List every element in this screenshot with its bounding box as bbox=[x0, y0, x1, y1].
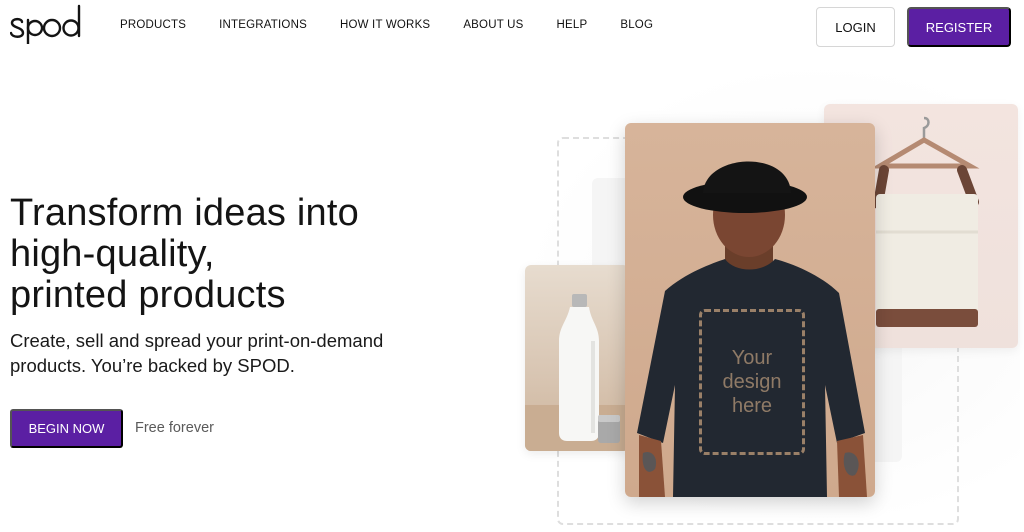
hero-title-line: Transform ideas into bbox=[10, 192, 359, 234]
hero-subtitle-line: products. You’re backed by SPOD. bbox=[10, 355, 295, 376]
nav-products[interactable]: PRODUCTS bbox=[120, 19, 186, 31]
spod-logo[interactable] bbox=[10, 4, 90, 44]
login-button[interactable]: LOGIN bbox=[816, 7, 895, 47]
hero-title-line: printed products bbox=[10, 274, 286, 316]
main-nav: PRODUCTS INTEGRATIONS HOW IT WORKS ABOUT… bbox=[120, 19, 686, 31]
nav-how-it-works[interactable]: HOW IT WORKS bbox=[340, 19, 430, 31]
hero-title-line: high-quality, bbox=[10, 233, 215, 275]
register-button[interactable]: REGISTER bbox=[907, 7, 1011, 47]
t-shirt-model-image: Your design here bbox=[625, 123, 875, 497]
design-placeholder-line: design bbox=[722, 371, 782, 393]
site-header: PRODUCTS INTEGRATIONS HOW IT WORKS ABOUT… bbox=[0, 0, 1024, 54]
nav-blog[interactable]: BLOG bbox=[620, 19, 653, 31]
hero-subtitle: Create, sell and spread your print-on-de… bbox=[10, 328, 430, 378]
water-bottle-illustration bbox=[525, 294, 629, 451]
design-placeholder-text: Your design here bbox=[723, 346, 782, 418]
nav-help[interactable]: HELP bbox=[557, 19, 588, 31]
design-placeholder-line: Your bbox=[731, 347, 773, 369]
hero-title: Transform ideas into high-quality, print… bbox=[10, 193, 490, 316]
free-forever-note: Free forever bbox=[135, 420, 214, 436]
design-placeholder-line: here bbox=[731, 395, 773, 417]
nav-integrations[interactable]: INTEGRATIONS bbox=[219, 19, 307, 31]
hero-subtitle-line: Create, sell and spread your print-on-de… bbox=[10, 330, 384, 351]
nav-about-us[interactable]: ABOUT US bbox=[463, 19, 523, 31]
design-placeholder: Your design here bbox=[699, 309, 805, 455]
begin-now-button[interactable]: BEGIN NOW bbox=[10, 409, 123, 448]
water-bottle-image bbox=[525, 265, 629, 451]
